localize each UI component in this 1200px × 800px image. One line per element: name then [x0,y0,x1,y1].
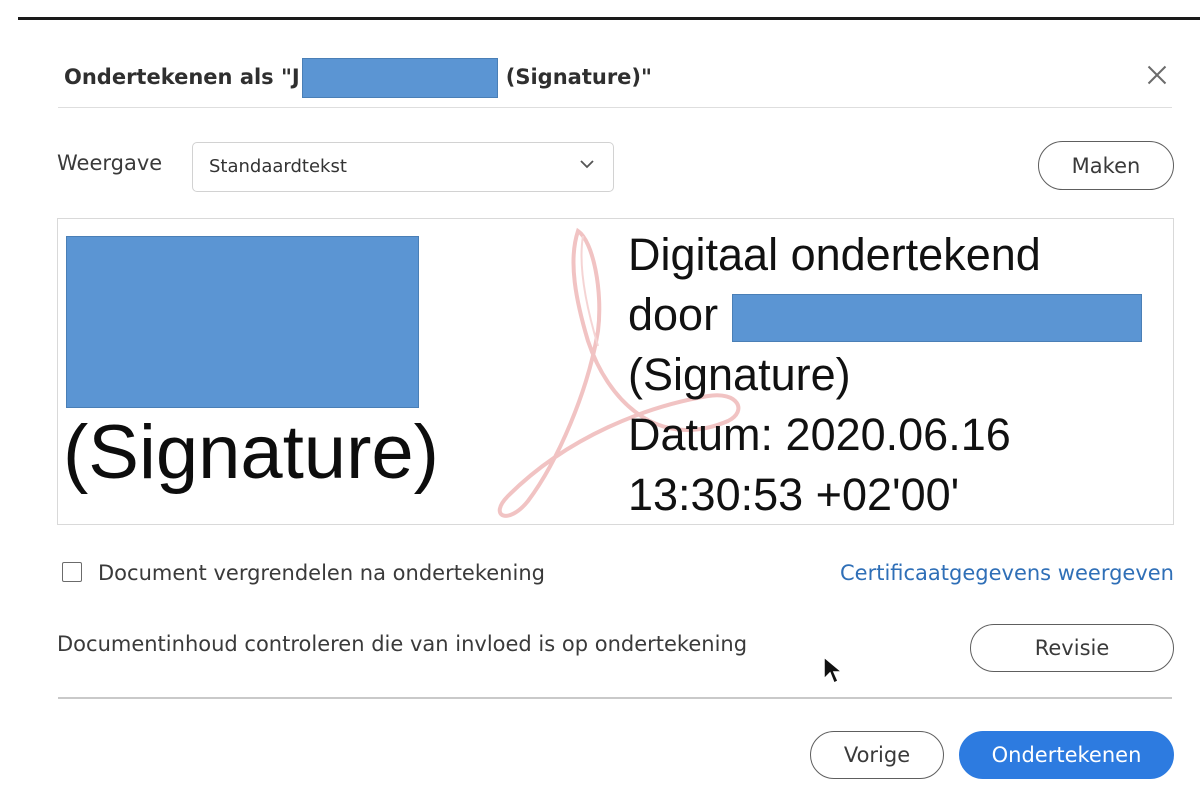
appearance-selected-value: Standaardtekst [209,156,347,177]
chevron-down-icon [580,160,594,169]
lock-document-label: Document vergrendelen na ondertekening [98,561,545,585]
redacted-signer [732,294,1143,343]
footer-divider [58,697,1172,699]
signature-name-text: (Signature) [63,410,439,495]
appearance-select[interactable]: Standaardtekst [192,142,614,192]
title-prefix: Ondertekenen als "J [64,65,300,89]
title-divider [58,107,1172,108]
details-door: door [628,289,719,340]
signature-details: Digitaal ondertekend door (Signature) Da… [628,225,1143,524]
details-line-2: door [628,285,1143,345]
title-suffix: (Signature)" [505,65,652,89]
redacted-signature-name [66,236,419,408]
create-button[interactable]: Maken [1038,141,1174,190]
details-date: Datum: 2020.06.16 [628,409,1011,460]
redacted-name [301,58,498,98]
sign-button[interactable]: Ondertekenen [959,731,1174,779]
details-line-1: Digitaal ondertekend [628,229,1041,280]
details-time: 13:30:53 +02'00' [628,469,960,520]
close-icon[interactable] [1144,62,1170,88]
dialog-title: Ondertekenen als "J (Signature)" [64,58,652,98]
certificate-details-link[interactable]: Certificaatgegevens weergeven [840,561,1174,585]
signature-preview: (Signature) Digitaal ondertekend door (S… [57,218,1174,525]
lock-document-checkbox[interactable] [62,562,82,582]
review-button[interactable]: Revisie [970,624,1174,672]
back-button[interactable]: Vorige [810,731,944,779]
details-line-3: (Signature) [628,349,851,400]
mouse-pointer-icon [823,655,844,685]
appearance-label: Weergave [57,151,163,175]
review-description: Documentinhoud controleren die van invlo… [57,632,748,656]
